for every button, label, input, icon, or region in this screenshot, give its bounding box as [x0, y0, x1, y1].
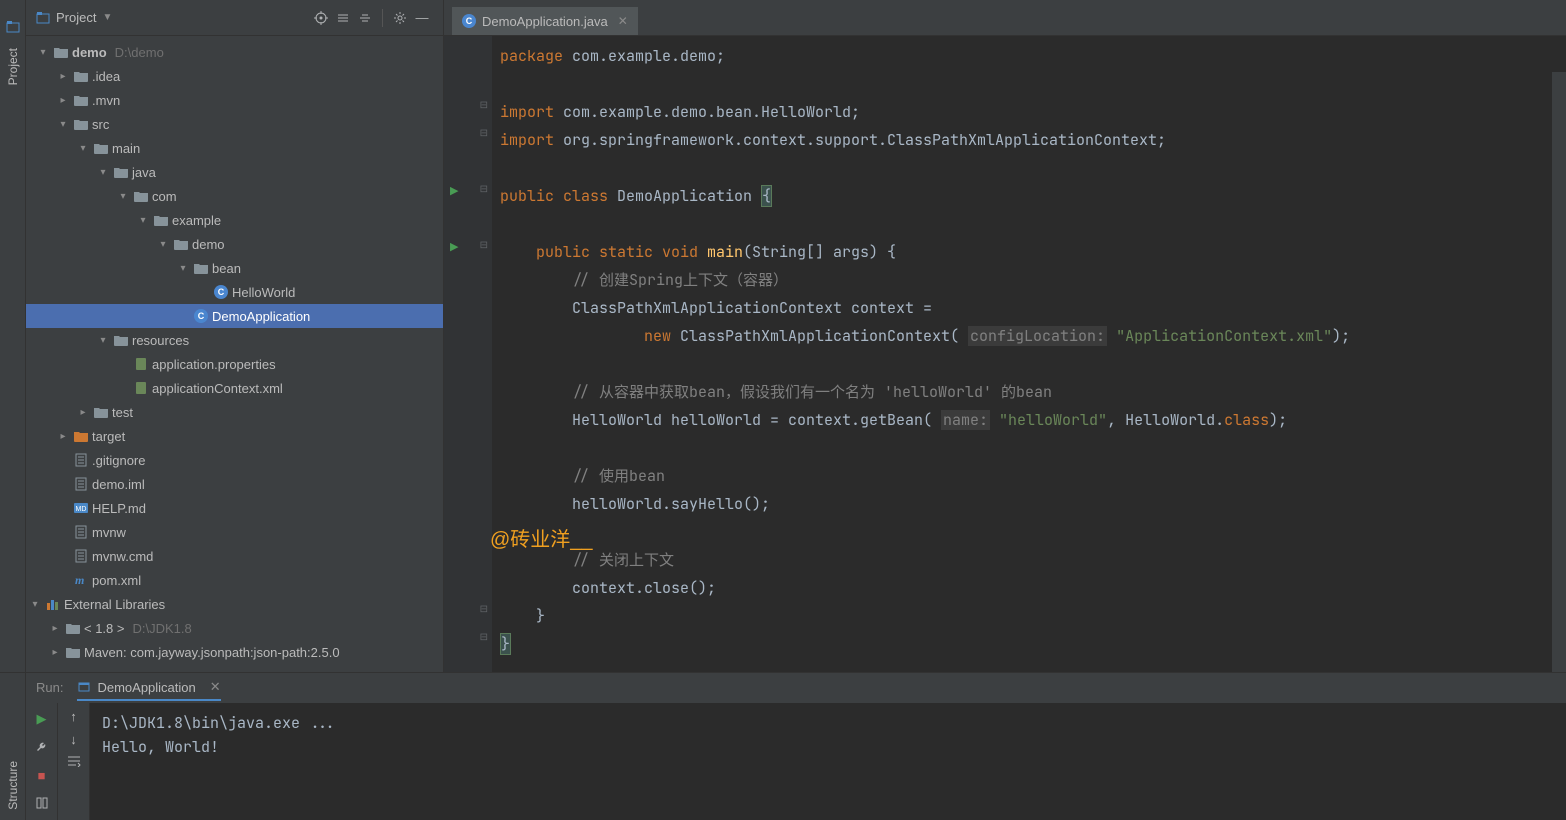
settings-icon[interactable] — [389, 7, 411, 29]
run-gutter-icon[interactable]: ▶ — [450, 184, 458, 197]
project-panel-header: Project ▼ — — [26, 0, 443, 36]
structure-tool-tab[interactable]: Structure — [6, 761, 20, 810]
run-panel: Structure Run: DemoApplication ✕ ▶ ■ ↑ ↓… — [0, 672, 1566, 820]
console-output[interactable]: D:\JDK1.8\bin\java.exe ... Hello, World! — [90, 703, 1566, 820]
editor-scrollbar[interactable] — [1552, 72, 1566, 672]
svg-text:m: m — [75, 573, 84, 587]
tree-item-main[interactable]: ▾main — [26, 136, 443, 160]
tree-item-root[interactable]: ▾demoD:\demo — [26, 40, 443, 64]
tree-item-bean[interactable]: ▾bean — [26, 256, 443, 280]
editor-area: C DemoApplication.java ✕ ▶ ▶ ⊟ ⊟ ⊟ ⊟ ⊟ ⊟… — [444, 0, 1566, 672]
tree-item-jdk[interactable]: ▸< 1.8 >D:\JDK1.8 — [26, 616, 443, 640]
editor-gutter: ▶ ▶ ⊟ ⊟ ⊟ ⊟ ⊟ ⊟ — [444, 36, 492, 672]
tree-item-pom-xml[interactable]: mpom.xml — [26, 568, 443, 592]
tree-item-example[interactable]: ▾example — [26, 208, 443, 232]
tree-item-application-properties[interactable]: application.properties — [26, 352, 443, 376]
editor-tab-bar: C DemoApplication.java ✕ — [444, 0, 1566, 36]
tree-item-helloworld[interactable]: CHelloWorld — [26, 280, 443, 304]
tree-item-help-md[interactable]: MDHELP.md — [26, 496, 443, 520]
tree-item-external-libraries[interactable]: ▾External Libraries — [26, 592, 443, 616]
code-content[interactable]: package com.example.demo; import com.exa… — [492, 36, 1566, 672]
tree-item-demo-iml[interactable]: demo.iml — [26, 472, 443, 496]
left-tool-stripe: Project — [0, 0, 26, 672]
dropdown-arrow-icon: ▼ — [102, 12, 112, 23]
tree-item-demoapplication[interactable]: CDemoApplication — [26, 304, 443, 328]
down-arrow-icon[interactable]: ↓ — [70, 732, 77, 747]
up-arrow-icon[interactable]: ↑ — [70, 709, 77, 724]
console-line: D:\JDK1.8\bin\java.exe ... — [102, 713, 336, 733]
tree-item-com[interactable]: ▾com — [26, 184, 443, 208]
tree-item-mvnw[interactable]: mvnw — [26, 520, 443, 544]
hide-icon[interactable]: — — [411, 7, 433, 29]
project-tool-tab[interactable]: Project — [4, 42, 22, 91]
run-gutter-icon[interactable]: ▶ — [450, 240, 458, 253]
code-editor[interactable]: ▶ ▶ ⊟ ⊟ ⊟ ⊟ ⊟ ⊟ package com.example.demo… — [444, 36, 1566, 672]
watermark-text: @砖业洋__ — [490, 526, 593, 554]
tree-item-demo[interactable]: ▾demo — [26, 232, 443, 256]
run-label: Run: — [36, 680, 63, 695]
svg-text:MD: MD — [76, 506, 87, 513]
tree-item-applicationcontext-xml[interactable]: applicationContext.xml — [26, 376, 443, 400]
project-icon — [6, 20, 20, 34]
run-toolbar-primary: ▶ ■ — [26, 703, 58, 820]
soft-wrap-icon[interactable] — [67, 755, 81, 767]
run-config-name: DemoApplication — [97, 680, 195, 695]
tree-item-mvnw-cmd[interactable]: mvnw.cmd — [26, 544, 443, 568]
editor-tab-demoapplication[interactable]: C DemoApplication.java ✕ — [452, 7, 638, 35]
rerun-button[interactable]: ▶ — [32, 709, 52, 729]
project-view-selector[interactable]: Project ▼ — [36, 10, 112, 25]
tree-item--idea[interactable]: ▸.idea — [26, 64, 443, 88]
tree-item-src[interactable]: ▾src — [26, 112, 443, 136]
close-tab-icon[interactable]: ✕ — [618, 14, 628, 28]
expand-all-icon[interactable] — [332, 7, 354, 29]
tool-button[interactable] — [32, 737, 52, 757]
left-tool-stripe-bottom: Structure — [0, 673, 26, 820]
run-toolbar-secondary: ↑ ↓ — [58, 703, 90, 820]
tree-item--mvn[interactable]: ▸.mvn — [26, 88, 443, 112]
project-tree[interactable]: ▾demoD:\demo▸.idea▸.mvn▾src▾main▾java▾co… — [26, 36, 443, 672]
java-class-icon: C — [462, 14, 476, 28]
project-panel: Project ▼ — ▾demoD:\demo▸.idea▸.mvn▾src▾… — [26, 0, 444, 672]
tree-item-java[interactable]: ▾java — [26, 160, 443, 184]
tree-item--gitignore[interactable]: .gitignore — [26, 448, 443, 472]
tree-item-test[interactable]: ▸test — [26, 400, 443, 424]
tree-item-maven-lib[interactable]: ▸Maven: com.jayway.jsonpath:json-path:2.… — [26, 640, 443, 664]
close-run-tab-icon[interactable]: ✕ — [210, 679, 221, 695]
project-panel-title: Project — [56, 10, 96, 25]
collapse-all-icon[interactable] — [354, 7, 376, 29]
tree-item-resources[interactable]: ▾resources — [26, 328, 443, 352]
tree-item-target[interactable]: ▸target — [26, 424, 443, 448]
tab-title: DemoApplication.java — [482, 14, 608, 29]
layout-button[interactable] — [32, 793, 52, 813]
stop-button[interactable]: ■ — [32, 765, 52, 785]
run-panel-header: Run: DemoApplication ✕ — [26, 673, 1566, 703]
console-line: Hello, World! — [102, 737, 219, 757]
locate-icon[interactable] — [310, 7, 332, 29]
run-config-tab[interactable]: DemoApplication ✕ — [77, 679, 220, 701]
